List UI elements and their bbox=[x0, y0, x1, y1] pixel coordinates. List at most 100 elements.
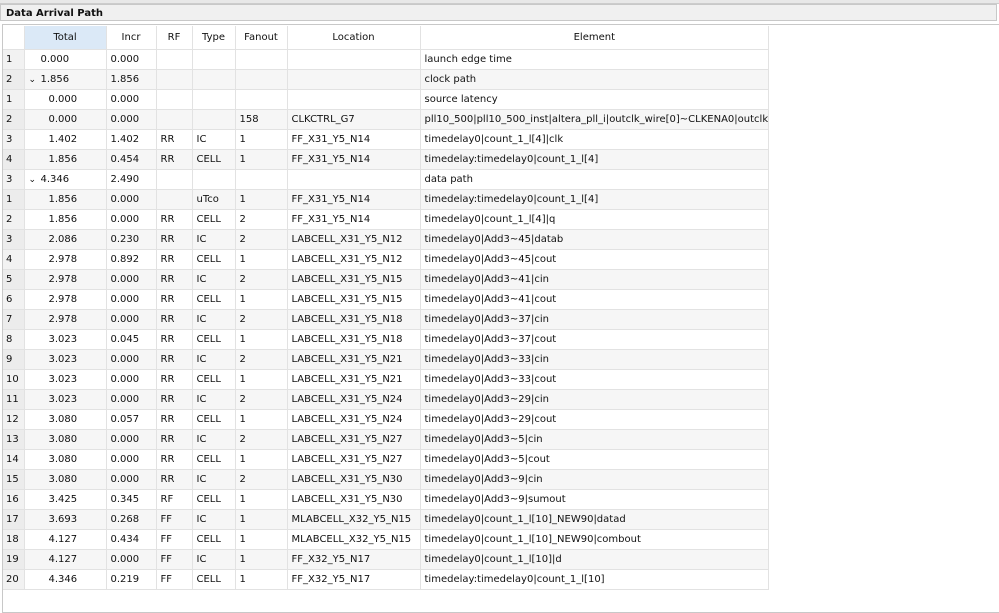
element-cell-text: timedelay0|count_1_l[10]_NEW90|combout bbox=[424, 534, 641, 545]
location-cell-text: FF_X31_Y5_N14 bbox=[291, 214, 371, 225]
incr-cell-text: 0.000 bbox=[110, 454, 140, 465]
location-cell-text: LABCELL_X31_Y5_N30 bbox=[291, 494, 403, 505]
type-cell-text: IC bbox=[196, 274, 207, 285]
table-row[interactable]: 20 4.346 0.219 FF CELL 1 FF_X32_Y5_N17 timedela… bbox=[3, 569, 770, 590]
location-cell: FF_X32_Y5_N17 bbox=[287, 549, 421, 570]
rf-cell-text: RR bbox=[160, 354, 175, 365]
type-cell-text: IC bbox=[196, 554, 207, 565]
type-cell: IC bbox=[192, 469, 236, 490]
table-row[interactable]: 14 3.080 0.000 RR CELL 1 LABCELL_X31_Y5_N27 tim… bbox=[3, 449, 770, 470]
table-row[interactable]: 3 ⌄ 4.346 2.490 data path bbox=[3, 169, 770, 190]
location-cell: LABCELL_X31_Y5_N30 bbox=[287, 469, 421, 490]
element-cell-text: timedelay:timedelay0|count_1_l[4] bbox=[424, 194, 599, 205]
table-row[interactable]: 18 4.127 0.434 FF CELL 1 MLABCELL_X32_Y5_N15 ti… bbox=[3, 529, 770, 550]
table-row[interactable]: 19 4.127 0.000 FF IC 1 FF_X32_Y5_N17 timedelay0… bbox=[3, 549, 770, 570]
total-cell-text: 4.127 bbox=[48, 554, 78, 565]
table-row[interactable]: 1 0.000 0.000 source latency bbox=[3, 89, 770, 110]
column-header-location[interactable]: Location bbox=[287, 26, 421, 50]
row-number: 12 bbox=[3, 409, 25, 430]
total-cell-text: 3.080 bbox=[48, 434, 78, 445]
row-number-text: 2 bbox=[6, 74, 13, 85]
incr-cell: 2.490 bbox=[106, 169, 157, 190]
table-row[interactable]: 4 1.856 0.454 RR CELL 1 FF_X31_Y5_N14 timedelay… bbox=[3, 149, 770, 170]
table-row[interactable]: 12 3.080 0.057 RR CELL 1 LABCELL_X31_Y5_N24 tim… bbox=[3, 409, 770, 430]
fanout-cell: 2 bbox=[235, 209, 288, 230]
fanout-cell-text: 1 bbox=[239, 574, 246, 585]
table-row[interactable]: 11 3.023 0.000 RR IC 2 LABCELL_X31_Y5_N24 timed… bbox=[3, 389, 770, 410]
type-cell: IC bbox=[192, 309, 236, 330]
element-cell-text: data path bbox=[424, 174, 473, 185]
table-row[interactable]: 2 1.856 0.000 RR CELL 2 FF_X31_Y5_N14 timedelay… bbox=[3, 209, 770, 230]
chevron-down-icon[interactable]: ⌄ bbox=[29, 175, 41, 185]
table-row[interactable]: 9 3.023 0.000 RR IC 2 LABCELL_X31_Y5_N21 timede… bbox=[3, 349, 770, 370]
type-cell: CELL bbox=[192, 409, 236, 430]
total-cell-text: 1.856 bbox=[48, 154, 78, 165]
total-cell-text: 2.978 bbox=[48, 254, 78, 265]
table-row[interactable]: 5 2.978 0.000 RR IC 2 LABCELL_X31_Y5_N15 timede… bbox=[3, 269, 770, 290]
fanout-cell-text: 1 bbox=[239, 494, 246, 505]
total-cell-text: 2.978 bbox=[48, 274, 78, 285]
type-cell: CELL bbox=[192, 149, 236, 170]
rf-cell: RR bbox=[156, 429, 193, 450]
type-cell-text: CELL bbox=[196, 534, 221, 545]
type-cell-text: CELL bbox=[196, 154, 221, 165]
table-row[interactable]: 8 3.023 0.045 RR CELL 1 LABCELL_X31_Y5_N18 time… bbox=[3, 329, 770, 350]
table-row[interactable]: 16 3.425 0.345 RF CELL 1 LABCELL_X31_Y5_N30 tim… bbox=[3, 489, 770, 510]
total-cell-text: 1.856 bbox=[48, 214, 78, 225]
row-number-text: 12 bbox=[6, 414, 19, 425]
column-header-type[interactable]: Type bbox=[192, 26, 236, 50]
rf-cell-text: RR bbox=[160, 334, 175, 345]
column-header-element[interactable]: Element bbox=[420, 26, 770, 50]
element-cell-text: timedelay0|Add3~9|sumout bbox=[424, 494, 566, 505]
incr-cell-text: 0.000 bbox=[110, 194, 140, 205]
total-cell: ⌄ 4.346 bbox=[24, 169, 107, 190]
type-cell-text: IC bbox=[196, 434, 207, 445]
incr-cell-text: 0.000 bbox=[110, 114, 140, 125]
fanout-cell-text: 1 bbox=[239, 194, 246, 205]
total-cell-text: 3.080 bbox=[48, 474, 78, 485]
table-row[interactable]: 6 2.978 0.000 RR CELL 1 LABCELL_X31_Y5_N15 time… bbox=[3, 289, 770, 310]
type-cell-text: IC bbox=[196, 354, 207, 365]
rf-cell-text: RR bbox=[160, 474, 175, 485]
column-header-incr[interactable]: Incr bbox=[106, 26, 157, 50]
table-row[interactable]: 1 0.000 0.000 launch edge time bbox=[3, 49, 770, 70]
element-cell-text: timedelay:timedelay0|count_1_l[10] bbox=[424, 574, 605, 585]
table-row[interactable]: 13 3.080 0.000 RR IC 2 LABCELL_X31_Y5_N27 timed… bbox=[3, 429, 770, 450]
location-cell: LABCELL_X31_Y5_N18 bbox=[287, 309, 421, 330]
incr-cell: 0.000 bbox=[106, 189, 157, 210]
rf-cell-text: FF bbox=[160, 554, 173, 565]
type-cell-text: IC bbox=[196, 514, 207, 525]
table-row[interactable]: 3 2.086 0.230 RR IC 2 LABCELL_X31_Y5_N12 timede… bbox=[3, 229, 770, 250]
table-row[interactable]: 7 2.978 0.000 RR IC 2 LABCELL_X31_Y5_N18 timede… bbox=[3, 309, 770, 330]
table-row[interactable]: 2 ⌄ 1.856 1.856 clock path bbox=[3, 69, 770, 90]
incr-cell: 0.000 bbox=[106, 429, 157, 450]
table-row[interactable]: 17 3.693 0.268 FF IC 1 MLABCELL_X32_Y5_N15 time… bbox=[3, 509, 770, 530]
type-cell bbox=[192, 89, 236, 110]
table-row[interactable]: 15 3.080 0.000 RR IC 2 LABCELL_X31_Y5_N30 timed… bbox=[3, 469, 770, 490]
column-header-total[interactable]: Total bbox=[24, 26, 107, 50]
type-cell: CELL bbox=[192, 289, 236, 310]
incr-cell: 0.219 bbox=[106, 569, 157, 590]
row-number-text: 16 bbox=[6, 494, 19, 505]
total-cell: 1.856 bbox=[24, 149, 107, 170]
column-header-rf[interactable]: RF bbox=[156, 26, 193, 50]
row-number: 11 bbox=[3, 389, 25, 410]
table-row[interactable]: 10 3.023 0.000 RR CELL 1 LABCELL_X31_Y5_N21 tim… bbox=[3, 369, 770, 390]
table-row[interactable]: 2 0.000 0.000 158 CLKCTRL_G7 pll10_500|pll10_… bbox=[3, 109, 770, 130]
location-cell: LABCELL_X31_Y5_N15 bbox=[287, 289, 421, 310]
column-header-rownum[interactable] bbox=[3, 26, 25, 50]
row-number: 6 bbox=[3, 289, 25, 310]
fanout-cell-text: 1 bbox=[239, 134, 246, 145]
fanout-cell: 2 bbox=[235, 429, 288, 450]
location-cell bbox=[287, 69, 421, 90]
incr-cell-text: 1.402 bbox=[110, 134, 140, 145]
element-cell-text: timedelay0|Add3~41|cin bbox=[424, 274, 549, 285]
table-row[interactable]: 1 1.856 0.000 uTco 1 FF_X31_Y5_N14 timedelay:t… bbox=[3, 189, 770, 210]
location-cell: FF_X31_Y5_N14 bbox=[287, 149, 421, 170]
fanout-cell: 2 bbox=[235, 469, 288, 490]
incr-cell-text: 0.454 bbox=[110, 154, 140, 165]
column-header-fanout[interactable]: Fanout bbox=[235, 26, 288, 50]
table-row[interactable]: 4 2.978 0.892 RR CELL 1 LABCELL_X31_Y5_N12 time… bbox=[3, 249, 770, 270]
table-row[interactable]: 3 1.402 1.402 RR IC 1 FF_X31_Y5_N14 timedelay0|… bbox=[3, 129, 770, 150]
chevron-down-icon[interactable]: ⌄ bbox=[29, 75, 41, 85]
